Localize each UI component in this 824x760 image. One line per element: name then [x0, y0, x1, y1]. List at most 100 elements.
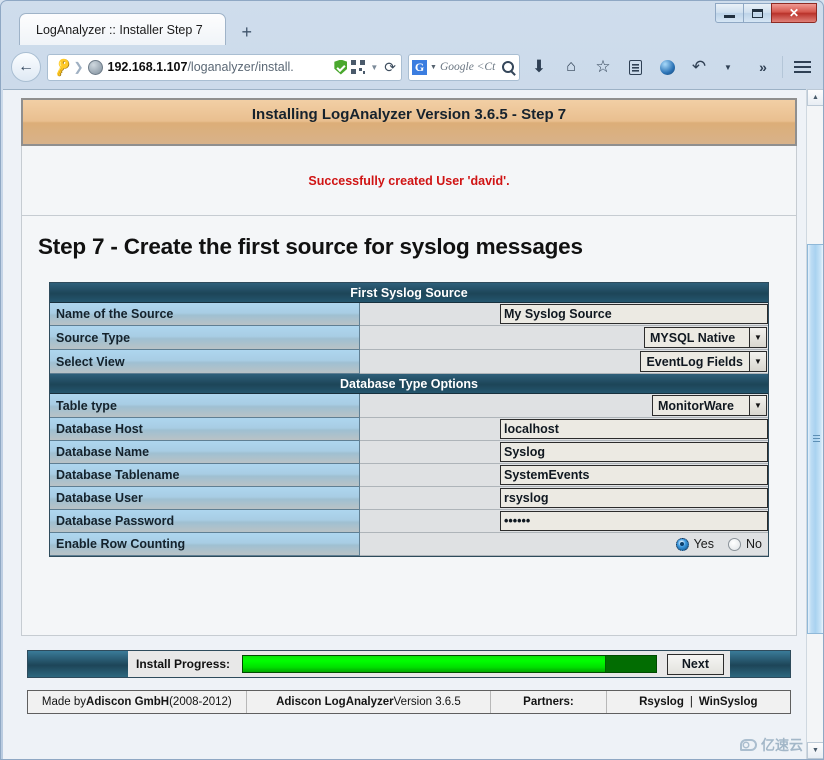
enable-row-counting-no-radio[interactable] — [728, 538, 741, 551]
installer-banner: Installing LogAnalyzer Version 3.6.5 - S… — [21, 98, 797, 146]
row-spacer — [360, 487, 500, 510]
step-content-box: Step 7 - Create the first source for sys… — [21, 216, 797, 636]
partners-label-text: Partners: — [523, 696, 574, 708]
home-button[interactable]: ⌂ — [558, 53, 584, 81]
hamburger-menu-icon — [794, 61, 811, 74]
bookmark-button[interactable]: ☆ — [590, 53, 616, 81]
row-value: MYSQL Native ▼ — [500, 326, 768, 350]
vertical-scrollbar[interactable]: ▲ ▼ — [806, 89, 823, 759]
reload-icon[interactable]: ⟳ — [384, 59, 396, 76]
table-row: Source Type MYSQL Native ▼ — [50, 326, 768, 350]
url-bar[interactable]: 🔑 ❯ 192.168.1.107/loganalyzer/install. ▼… — [47, 54, 402, 81]
partner-link-rsyslog[interactable]: Rsyslog — [639, 696, 684, 708]
browser-tab-active[interactable]: LogAnalyzer :: Installer Step 7 — [19, 13, 226, 45]
name-of-the-source-input[interactable] — [500, 304, 768, 324]
chevron-down-icon: ▼ — [724, 63, 738, 72]
database-host-input[interactable] — [500, 419, 768, 439]
search-engine-chevron-icon[interactable]: ▼ — [430, 64, 437, 71]
shield-icon[interactable] — [334, 60, 347, 75]
source-config-form: First Syslog Source Name of the Source — [49, 282, 769, 557]
footer-partners-label: Partners: — [491, 691, 606, 713]
install-progress-label: Install Progress: — [128, 651, 238, 677]
row-label-select-view: Select View — [50, 350, 360, 374]
close-button[interactable]: ✕ — [771, 3, 817, 23]
table-row: Select View EventLog Fields ▼ — [50, 350, 768, 374]
overflow-button[interactable]: » — [750, 53, 776, 81]
main-menu-button[interactable] — [789, 53, 815, 81]
row-spacer — [360, 303, 500, 326]
database-password-input[interactable] — [500, 511, 768, 531]
browse-globe-button[interactable] — [654, 53, 680, 81]
database-user-input[interactable] — [500, 488, 768, 508]
next-button[interactable]: Next — [667, 654, 724, 675]
key-icon: 🔑 — [52, 56, 74, 78]
maximize-button[interactable] — [743, 3, 772, 23]
undo-dropdown-button[interactable]: ▼ — [718, 53, 744, 81]
enable-row-counting-yes-label: Yes — [694, 537, 714, 551]
table-section-header-row: First Syslog Source — [50, 283, 768, 303]
installer-page: Installing LogAnalyzer Version 3.6.5 - S… — [3, 90, 807, 759]
install-progress-bar-row: Install Progress: Next — [27, 650, 791, 678]
table-row: Table type MonitorWare ▼ — [50, 394, 768, 418]
enable-row-counting-yes-radio[interactable] — [676, 538, 689, 551]
row-value: EventLog Fields ▼ — [500, 350, 768, 374]
source-type-selected-value: MYSQL Native — [645, 328, 749, 347]
scrollbar-thumb[interactable] — [807, 244, 824, 634]
select-view-selected-value: EventLog Fields — [641, 352, 749, 371]
row-value — [500, 464, 768, 487]
qr-code-icon[interactable] — [351, 60, 365, 74]
search-icon[interactable] — [502, 61, 514, 73]
url-text: 192.168.1.107/loganalyzer/install. — [108, 60, 331, 74]
footer-made-by: Made by Adiscon GmbH (2008-2012) — [28, 691, 246, 713]
table-type-select[interactable]: MonitorWare ▼ — [652, 395, 767, 416]
globe-icon — [660, 60, 675, 75]
footer-partners-links: Rsyslog | WinSyslog — [607, 691, 790, 713]
row-spacer — [360, 326, 500, 350]
partner-separator: | — [690, 696, 693, 708]
undo-button[interactable]: ↶ — [686, 53, 712, 81]
search-input[interactable]: Google <Ct — [440, 61, 502, 73]
scroll-up-button[interactable]: ▲ — [807, 89, 824, 106]
chevron-down-icon[interactable]: ▼ — [370, 63, 378, 72]
row-spacer — [360, 464, 500, 487]
double-chevron-right-icon: » — [759, 59, 767, 75]
url-separator-icon: ❯ — [73, 60, 83, 74]
window-controls: ✕ — [716, 3, 817, 24]
footer-made-by-prefix: Made by — [42, 696, 86, 708]
table-row: Enable Row Counting Yes No — [50, 533, 768, 556]
footer-company: Adiscon GmbH — [86, 696, 169, 708]
partner-link-winsyslog[interactable]: WinSyslog — [699, 696, 758, 708]
database-tablename-input[interactable] — [500, 465, 768, 485]
source-type-select[interactable]: MYSQL Native ▼ — [644, 327, 767, 348]
reading-list-button[interactable] — [622, 53, 648, 81]
row-spacer — [360, 533, 500, 556]
row-value — [500, 510, 768, 533]
banner-title: Installing LogAnalyzer Version 3.6.5 - S… — [23, 106, 795, 123]
search-bar[interactable]: G ▼ Google <Ct — [408, 54, 520, 81]
star-icon: ☆ — [595, 57, 610, 77]
row-value — [500, 418, 768, 441]
row-spacer — [360, 418, 500, 441]
row-value: MonitorWare ▼ — [500, 394, 768, 418]
table-row: Database User — [50, 487, 768, 510]
row-label-database-host: Database Host — [50, 418, 360, 441]
section-heading-first-syslog-source: First Syslog Source — [50, 283, 768, 303]
enable-row-counting-radio-group: Yes No — [500, 535, 768, 553]
home-icon: ⌂ — [566, 58, 576, 76]
select-view-select[interactable]: EventLog Fields ▼ — [640, 351, 767, 372]
scrollbar-grip-icon — [813, 435, 820, 443]
status-message-box: Successfully created User 'david'. — [21, 146, 797, 216]
new-tab-button[interactable]: + — [232, 19, 262, 45]
chevron-down-icon: ▼ — [749, 352, 766, 371]
minimize-button[interactable] — [715, 3, 744, 23]
install-progress-bar — [242, 655, 657, 673]
downloads-button[interactable]: ⬇ — [526, 53, 552, 81]
row-label-database-tablename: Database Tablename — [50, 464, 360, 487]
scroll-down-button[interactable]: ▼ — [807, 742, 824, 759]
row-label-database-user: Database User — [50, 487, 360, 510]
next-button-wrapper: Next — [661, 651, 730, 677]
database-name-input[interactable] — [500, 442, 768, 462]
install-progress-track — [238, 651, 661, 677]
back-button[interactable]: ← — [11, 52, 41, 82]
footer-product: Adiscon LogAnalyzer Version 3.6.5 — [247, 691, 490, 713]
